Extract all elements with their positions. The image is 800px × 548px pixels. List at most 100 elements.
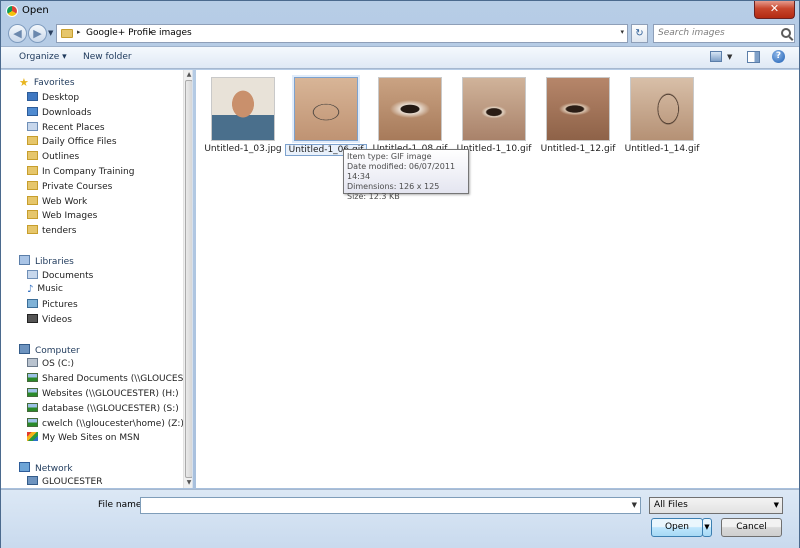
network-drive-icon <box>27 373 38 382</box>
search-input[interactable]: Search images <box>658 28 725 38</box>
documents-icon <box>27 270 38 279</box>
scroll-up-icon[interactable]: ▲ <box>185 71 192 79</box>
sidebar-item-shared-documents[interactable]: Shared Documents (\\GLOUCESTER) ( <box>27 373 192 387</box>
computer-icon <box>19 344 30 354</box>
breadcrumb-google-profile[interactable]: Google+ Profile <box>86 28 156 38</box>
folder-icon <box>27 210 38 219</box>
chevron-down-icon[interactable]: ▼ <box>774 501 779 509</box>
recent-places-icon <box>27 122 38 131</box>
open-button[interactable]: Open <box>651 518 703 537</box>
breadcrumb-arrow-icon[interactable]: ▸ <box>77 28 81 36</box>
chrome-icon <box>6 5 18 17</box>
sidebar-item-in-company-training[interactable]: In Company Training <box>27 166 134 180</box>
sidebar-item-tenders[interactable]: tenders <box>27 225 76 239</box>
file-thumbnail[interactable] <box>294 77 358 141</box>
sidebar-item-music[interactable]: ♪ Music <box>27 284 63 298</box>
breadcrumb-arrow-icon[interactable]: ▸ <box>149 28 153 36</box>
file-info-tooltip: Item type: GIF image Date modified: 06/0… <box>343 149 469 201</box>
file-type-value: All Files <box>654 500 688 510</box>
forward-button[interactable]: ▶ <box>28 24 47 43</box>
new-folder-button[interactable]: New folder <box>83 52 132 62</box>
network-icon <box>19 462 30 472</box>
command-bar: Organize ▾ New folder ▼ ? <box>1 46 799 69</box>
sidebar-item-downloads[interactable]: Downloads <box>27 107 91 121</box>
file-name[interactable]: Untitled-1_12.gif <box>537 144 619 154</box>
msn-icon <box>27 432 38 441</box>
nav-group-network[interactable]: Network <box>19 462 73 474</box>
file-name-field[interactable]: ▼ <box>140 497 641 514</box>
file-type-select[interactable]: All Files ▼ <box>649 497 783 514</box>
sidebar-item-my-web-sites-msn[interactable]: My Web Sites on MSN <box>27 432 140 446</box>
folder-icon <box>27 225 38 234</box>
refresh-button[interactable]: ↻ <box>631 24 648 43</box>
scroll-down-icon[interactable]: ▼ <box>185 479 192 487</box>
sidebar-item-desktop[interactable]: Desktop <box>27 92 79 106</box>
organize-button[interactable]: Organize ▾ <box>19 52 67 62</box>
sidebar-item-pictures[interactable]: Pictures <box>27 299 78 313</box>
sidebar-item-websites[interactable]: Websites (\\GLOUCESTER) (H:) <box>27 388 179 402</box>
nav-group-favorites[interactable]: ★ Favorites <box>19 76 75 89</box>
views-dropdown[interactable]: ▼ <box>727 53 732 61</box>
preview-pane-icon[interactable] <box>747 51 760 63</box>
open-dialog: Open ✕ ◀ ▶ ▼ ▸ Google+ Profile ▸ images … <box>0 0 800 548</box>
sidebar-item-recent-places[interactable]: Recent Places <box>27 122 105 136</box>
open-options-button[interactable]: ▼ <box>702 518 712 537</box>
chevron-down-icon[interactable]: ▾ <box>620 28 624 36</box>
tooltip-date-modified: Date modified: 06/07/2011 14:34 <box>347 162 456 181</box>
network-drive-icon <box>27 403 38 412</box>
cancel-button[interactable]: Cancel <box>721 518 782 537</box>
dialog-footer: File name: ▼ All Files ▼ Open ▼ Cancel <box>1 489 799 548</box>
file-thumbnail[interactable] <box>378 77 442 141</box>
breadcrumb-images[interactable]: images <box>159 28 192 38</box>
back-button[interactable]: ◀ <box>8 24 27 43</box>
help-icon[interactable]: ? <box>772 50 785 63</box>
folder-icon <box>27 151 38 160</box>
folder-icon <box>27 196 38 205</box>
sidebar-item-web-images[interactable]: Web Images <box>27 210 97 224</box>
nav-scrollbar[interactable]: ▲ ▼ <box>183 70 192 488</box>
sidebar-item-database[interactable]: database (\\GLOUCESTER) (S:) <box>27 403 179 417</box>
file-thumbnail[interactable] <box>630 77 694 141</box>
file-name[interactable]: Untitled-1_03.jpg <box>202 144 284 154</box>
tooltip-size: Size: 12.3 KB <box>347 192 400 201</box>
sidebar-item-web-work[interactable]: Web Work <box>27 196 87 210</box>
search-icon <box>781 28 791 38</box>
computer-icon <box>27 476 38 485</box>
sidebar-item-private-courses[interactable]: Private Courses <box>27 181 112 195</box>
libraries-icon <box>19 255 30 265</box>
file-thumbnail[interactable] <box>546 77 610 141</box>
file-name[interactable]: Untitled-1_14.gif <box>621 144 703 154</box>
file-thumbnail[interactable] <box>211 77 275 141</box>
nav-group-computer[interactable]: Computer <box>19 344 80 356</box>
address-bar[interactable]: ▸ Google+ Profile ▸ images ▾ <box>56 24 628 43</box>
downloads-icon <box>27 107 38 116</box>
file-list: Untitled-1_03.jpg Untitled-1_06.gif Unti… <box>196 70 799 488</box>
scrollbar-thumb[interactable] <box>185 80 192 478</box>
file-name-label: File name: <box>98 500 145 510</box>
network-drive-icon <box>27 418 38 427</box>
chevron-down-icon[interactable]: ▼ <box>632 501 637 509</box>
search-box[interactable]: Search images <box>653 24 795 43</box>
sidebar-item-outlines[interactable]: Outlines <box>27 151 79 165</box>
sidebar-item-daily-office-files[interactable]: Daily Office Files <box>27 136 117 150</box>
window-title: Open <box>22 5 49 16</box>
file-thumbnail[interactable] <box>462 77 526 141</box>
sidebar-item-cwelch[interactable]: cwelch (\\gloucester\home) (Z:) <box>27 418 184 432</box>
recent-locations-dropdown[interactable]: ▼ <box>48 29 53 37</box>
sidebar-item-documents[interactable]: Documents <box>27 270 93 284</box>
sidebar-item-videos[interactable]: Videos <box>27 314 72 328</box>
sidebar-item-os-c[interactable]: OS (C:) <box>27 358 74 372</box>
change-view-icon[interactable] <box>710 51 722 62</box>
drive-icon <box>27 358 38 367</box>
music-icon: ♪ <box>27 284 34 295</box>
star-icon: ★ <box>19 76 29 89</box>
folder-icon <box>27 136 38 145</box>
sidebar-item-gloucester[interactable]: GLOUCESTER <box>27 476 102 488</box>
title-bar: Open ✕ <box>1 1 799 21</box>
tooltip-item-type: Item type: GIF image <box>347 152 432 161</box>
nav-group-libraries[interactable]: Libraries <box>19 255 74 267</box>
folder-icon <box>27 181 38 190</box>
tooltip-dimensions: Dimensions: 126 x 125 <box>347 182 440 191</box>
close-button[interactable]: ✕ <box>754 1 795 19</box>
videos-icon <box>27 314 38 323</box>
